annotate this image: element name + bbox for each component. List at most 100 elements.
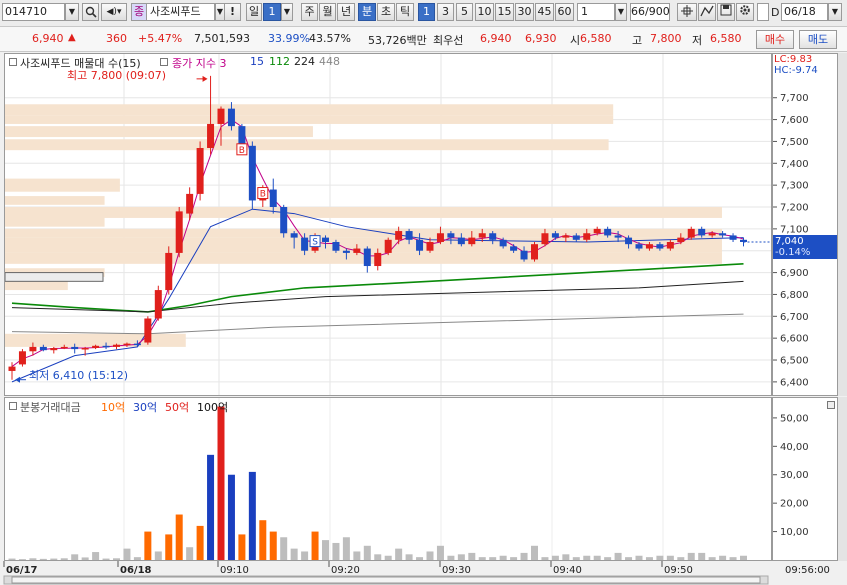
volume-bar (625, 557, 633, 560)
volume-bar (457, 554, 465, 560)
pane-option-toggle[interactable] (9, 58, 17, 66)
save-icon[interactable] (717, 3, 735, 21)
candle-body (416, 239, 424, 251)
price-tick-label: 7,400 (780, 159, 809, 170)
tab-month[interactable]: 월 (319, 3, 336, 21)
ma-period-448: 448 (319, 55, 340, 68)
candle-body (593, 228, 601, 234)
volume-bar (520, 552, 528, 560)
volume-profile-bar (5, 178, 120, 192)
candle-body (353, 248, 361, 253)
tab-second[interactable]: 초 (377, 3, 395, 21)
volume-bar (81, 557, 89, 560)
ma-option-toggle[interactable] (160, 58, 168, 66)
candle-body (238, 126, 246, 146)
custom-interval-input[interactable]: 1 (577, 3, 615, 21)
tab-minute[interactable]: 분 (358, 3, 376, 21)
crosshair-icon[interactable] (677, 3, 697, 21)
volume-level-10: 10억 (101, 401, 126, 414)
interval-30[interactable]: 30 (515, 3, 534, 21)
interval-60[interactable]: 60 (555, 3, 574, 21)
interval-1[interactable]: 1 (418, 3, 435, 21)
interval-15[interactable]: 15 (495, 3, 514, 21)
buy-button[interactable]: 매수 (756, 30, 794, 49)
price-tick-label: 7,500 (780, 137, 809, 148)
stock-code-input[interactable]: 014710 (2, 3, 65, 21)
candle-count[interactable]: 66/900 (630, 3, 670, 21)
ask-price: 6,940 (480, 32, 512, 45)
alert-button[interactable]: ! (224, 3, 241, 21)
volume-bar (238, 534, 246, 560)
candle-body (447, 233, 455, 238)
price-tick-label: 7,600 (780, 115, 809, 126)
price-tick-label: 6,700 (780, 312, 809, 323)
volume-ratio-2: 43.57% (309, 32, 351, 45)
interval-dropdown-icon[interactable]: ▼ (615, 3, 627, 21)
day-dropdown-icon[interactable]: ▼ (281, 3, 293, 21)
tab-week[interactable]: 주 (301, 3, 318, 21)
price-chart-pane[interactable]: BBS 사조씨푸드 매물대 수(15) 종가 지수 3 15 112 224 4… (4, 53, 772, 396)
volume-tick-label: 10,00 (780, 527, 809, 538)
time-tick-label: 09:50 (664, 565, 693, 576)
candle-body (457, 237, 465, 245)
tab-year[interactable]: 년 (337, 3, 355, 21)
candle-body (207, 123, 215, 148)
gear-icon[interactable] (736, 3, 754, 21)
candle-body (71, 346, 79, 350)
search-icon[interactable] (82, 3, 99, 21)
candle-body (499, 239, 507, 247)
candle-body (123, 343, 131, 346)
tab-day[interactable]: 일 (246, 3, 262, 21)
best-quote-label: 최우선 (433, 34, 464, 47)
tab-day-count[interactable]: 1 (263, 3, 281, 21)
volume-bar (405, 554, 413, 560)
interval-3[interactable]: 3 (437, 3, 454, 21)
candle-body (39, 346, 47, 351)
date-input[interactable]: 06/18 (781, 3, 828, 21)
volume-chart-pane[interactable]: 분봉거래대금 10억 30억 50억 100억 (4, 397, 772, 561)
volume-level-100: 100억 (197, 401, 229, 414)
date-dropdown-icon[interactable]: ▼ (828, 3, 842, 21)
volume-axis-toggle[interactable] (827, 401, 835, 409)
volume-bar (656, 555, 664, 560)
volume-bar (227, 474, 235, 560)
candle-body (687, 228, 695, 238)
interval-45[interactable]: 45 (535, 3, 554, 21)
candle-body (520, 250, 528, 260)
volume-scrollbar[interactable] (838, 397, 847, 561)
volume-bar (165, 534, 173, 560)
price-chart[interactable]: B B S (5, 54, 771, 395)
draw-tool-icon[interactable] (698, 3, 716, 21)
volume-bar (531, 545, 538, 560)
volume-bar (572, 557, 580, 560)
date-checkbox[interactable] (757, 3, 769, 21)
trade-amount: 53,726백만 (368, 34, 427, 47)
candle-body (562, 235, 570, 238)
horizontal-scrollbar-thumb (11, 576, 761, 584)
volume-profile-bar (5, 237, 722, 253)
volume-tick-label: 40,00 (780, 442, 809, 453)
volume-chart[interactable] (5, 398, 771, 560)
time-axis[interactable]: 06/17 06/18 09:10 09:20 09:30 09:40 09:50 09:56… (0, 561, 847, 585)
tab-tick[interactable]: 틱 (396, 3, 414, 21)
volume-bar (698, 552, 706, 560)
volume-level-30: 30억 (133, 401, 158, 414)
volume-profile-bar (5, 196, 105, 205)
volume-bar (645, 557, 653, 560)
candle-body (395, 231, 403, 240)
time-tick-label: 09:30 (442, 565, 471, 576)
speaker-icon[interactable]: ◀)▾ (101, 3, 127, 21)
interval-10[interactable]: 10 (475, 3, 494, 21)
open-label: 시 (570, 34, 581, 47)
current-price: 6,940 (32, 32, 64, 45)
interval-5[interactable]: 5 (456, 3, 473, 21)
low-label: 저 (692, 34, 703, 47)
up-arrow-icon: ▲ (68, 32, 76, 43)
candle-body (656, 244, 664, 249)
code-dropdown-icon[interactable]: ▼ (65, 3, 79, 21)
candle-body (332, 241, 340, 251)
candle-body (489, 233, 497, 240)
sell-button[interactable]: 매도 (799, 30, 837, 49)
price-scrollbar[interactable] (838, 53, 847, 396)
volume-option-toggle[interactable] (9, 402, 17, 410)
